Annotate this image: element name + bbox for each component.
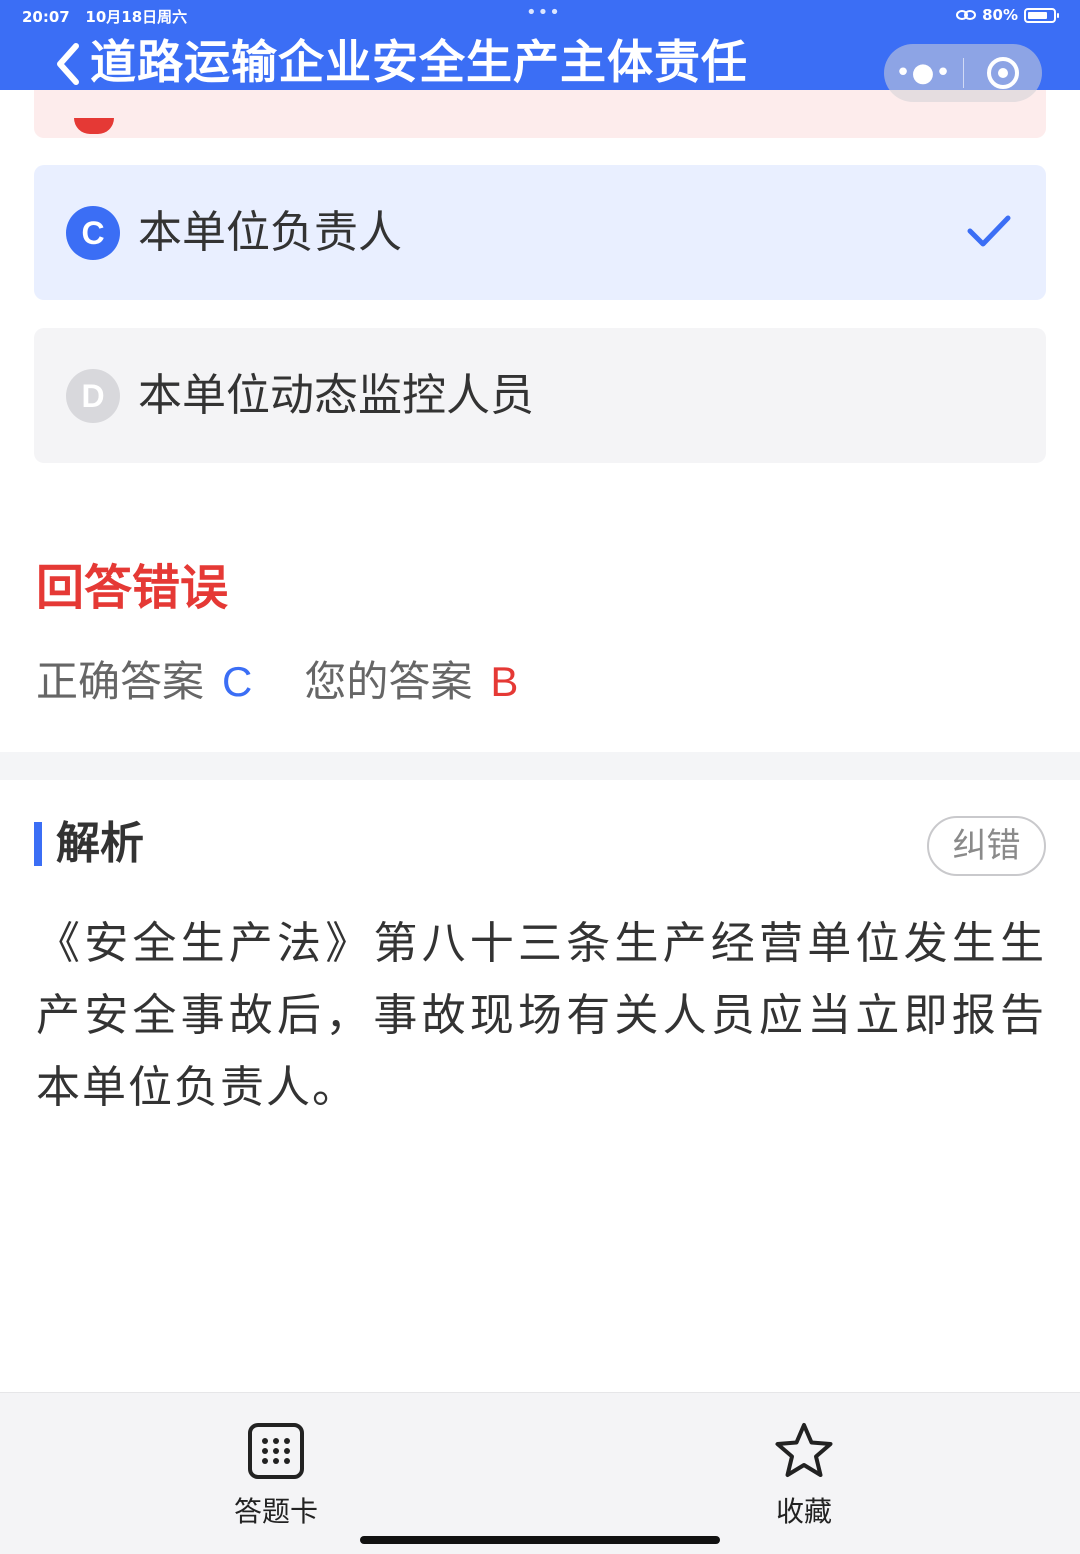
section-divider <box>0 752 1080 780</box>
star-icon <box>744 1421 864 1481</box>
page-title: 道路运输企业安全生产主体责任 <box>90 35 748 89</box>
battery-icon <box>1024 7 1059 23</box>
answer-summary: 正确答案 C 您的答案 B <box>36 652 518 712</box>
status-right: 80% <box>956 6 1059 24</box>
link-icon <box>956 10 977 20</box>
favorite-button[interactable]: 收藏 <box>744 1421 864 1529</box>
status-date: 10月18日周六 <box>85 8 188 26</box>
home-indicator[interactable] <box>360 1536 720 1544</box>
option-c-text: 本单位负责人 <box>138 206 402 258</box>
more-dots-icon[interactable]: •●• <box>884 58 963 88</box>
grid-icon <box>216 1421 336 1481</box>
correct-answer-value: C <box>222 658 253 705</box>
mini-program-capsule: •●• <box>884 44 1042 102</box>
result-title: 回答错误 <box>36 560 229 616</box>
option-d-text: 本单位动态监控人员 <box>138 369 534 421</box>
your-answer-label: 您的答案 <box>304 657 473 706</box>
battery-percent: 80% <box>982 6 1018 24</box>
status-dots: ••• <box>526 2 561 23</box>
favorite-label: 收藏 <box>775 1495 832 1528</box>
status-time: 20:07 10月18日周六 <box>22 8 188 26</box>
option-letter-c: C <box>66 205 120 260</box>
option-c[interactable]: C 本单位负责人 <box>34 165 1046 300</box>
answer-card-label: 答题卡 <box>233 1495 318 1528</box>
answer-card-button[interactable]: 答题卡 <box>216 1421 336 1529</box>
analysis-accent-bar <box>34 822 42 866</box>
bottom-bar: 答题卡 收藏 <box>0 1392 1080 1554</box>
battery-level <box>1028 11 1048 19</box>
back-icon[interactable] <box>50 38 90 86</box>
analysis-text: 《安全生产法》第八十三条生产经营单位发生生产安全事故后，事故现场有关人员应当立即… <box>36 918 1046 1113</box>
correction-button[interactable]: 纠错 <box>927 816 1046 876</box>
correct-answer-label: 正确答案 <box>36 657 205 706</box>
analysis-title: 解析 <box>56 818 144 869</box>
option-letter-d: D <box>66 368 120 423</box>
option-b-wrong-circle <box>74 118 114 134</box>
your-answer-value: B <box>490 658 519 705</box>
target-close-icon[interactable] <box>964 56 1042 90</box>
check-icon <box>966 211 1012 255</box>
option-d[interactable]: D 本单位动态监控人员 <box>34 328 1046 463</box>
title-row: 道路运输企业安全生产主体责任 <box>50 34 748 90</box>
